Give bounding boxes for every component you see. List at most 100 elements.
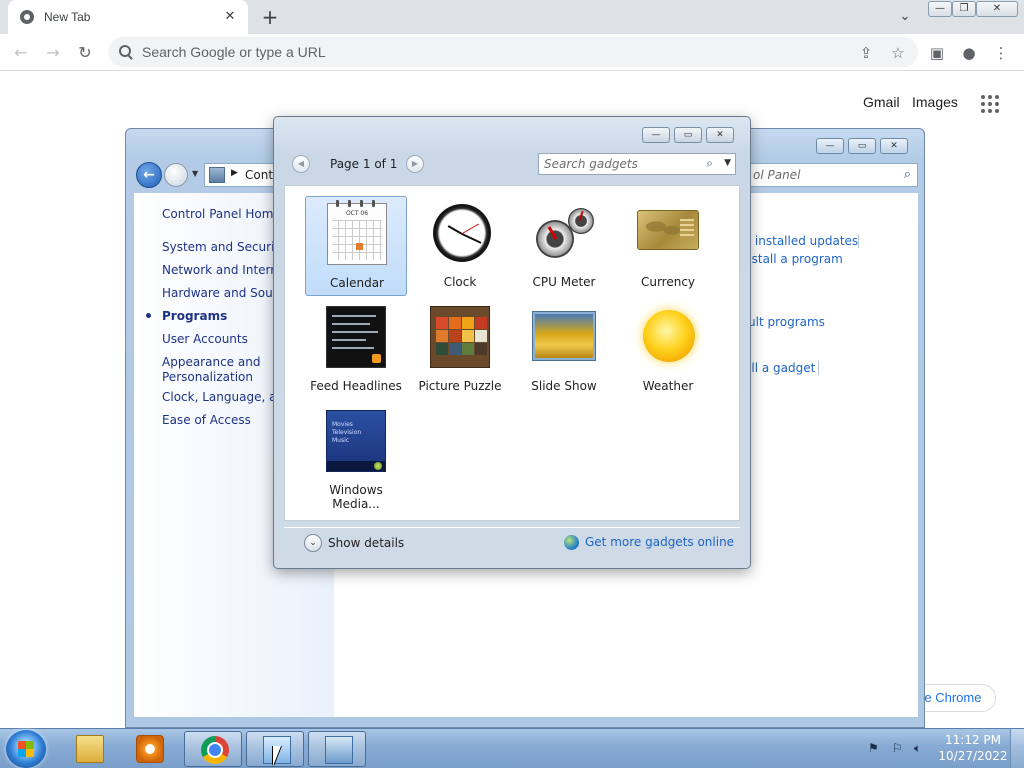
gadget-currency[interactable]: Currency [617,196,719,296]
gmail-link[interactable]: Gmail [863,94,900,110]
get-more-gadgets-link[interactable]: Get more gadgets online [585,535,734,549]
cp-search-placeholder: ol Panel [753,168,801,182]
gadget-label: Windows Media... [329,483,383,511]
star-icon[interactable]: ☆ [887,42,909,64]
tab-search-icon[interactable]: ⌄ [894,6,916,28]
network-icon[interactable]: ⚑ [868,741,879,755]
gadget-clock[interactable]: Clock [409,196,511,296]
gadgets-window: — ▭ ✕ ◀ Page 1 of 1 ▶ Search gadgets ⌕ ▼… [273,116,751,569]
gadget-label: Picture Puzzle [418,379,502,393]
action-center-icon[interactable]: ⚐ [892,741,903,755]
apps-grid-icon[interactable] [980,94,1000,114]
view-installed-updates-link[interactable]: v installed updates [744,234,858,248]
cp-maximize-button[interactable]: ▭ [848,138,876,154]
globe-icon [564,535,579,550]
show-details-button[interactable]: Show details [328,536,404,550]
control-panel-icon [209,167,225,183]
gadgets-footer: ⌄ Show details Get more gadgets online [284,527,740,557]
install-program-link[interactable]: nstall a program [744,252,843,266]
feed-headlines-icon [326,306,386,368]
tab-new-tab[interactable]: New Tab ✕ [8,0,248,34]
reload-icon[interactable]: ↻ [72,40,98,66]
sidebar-item-appearance[interactable]: Appearance and Personalization [162,355,274,385]
control-panel-icon [325,736,353,764]
restore-button[interactable]: ❐ [952,1,976,17]
gadgets-close-button[interactable]: ✕ [706,127,734,143]
clock-date[interactable]: 10/27/2022 [938,749,1008,763]
cpu-meter-icon [534,202,594,264]
breadcrumb-arrow-icon[interactable]: ▶ [231,168,238,178]
profile-icon[interactable]: ● [958,42,980,64]
tab-strip: New Tab ✕ + ⌄ — ❐ ✕ [0,0,1024,34]
start-button[interactable] [6,730,46,768]
omnibox[interactable]: Search Google or type a URL [108,37,918,67]
menu-icon[interactable]: ⋮ [990,42,1012,64]
show-desktop-button[interactable] [1010,729,1024,768]
forward-icon[interactable]: → [40,40,66,66]
gadgets-gallery: OCT 06 Calendar Clock CPU Meter Currency [284,185,740,521]
gadget-windows-media-center[interactable]: Movies Television Music Windows Media... [305,404,407,511]
chrome-favicon-icon [20,10,34,24]
clock-icon [433,204,491,262]
sidebar-item-programs[interactable]: Programs [162,309,227,324]
cp-forward-icon[interactable] [164,163,188,187]
gadget-label: Clock [443,275,477,289]
link-divider [858,234,859,248]
taskbar-media-player[interactable] [120,731,178,767]
calendar-month-label: OCT 06 [345,210,369,217]
volume-icon[interactable]: 🔈︎ [914,741,921,756]
gadget-weather[interactable]: Weather [617,300,719,400]
windows-media-center-icon: Movies Television Music [326,410,386,472]
previous-page-icon[interactable]: ◀ [292,155,310,173]
gadgets-minimize-button[interactable]: — [642,127,670,143]
side-panel-icon[interactable]: ▣ [926,42,948,64]
windows-logo-icon [18,741,34,757]
clock-time[interactable]: 11:12 PM [942,733,1004,747]
omnibox-placeholder: Search Google or type a URL [142,44,326,60]
cp-back-icon[interactable]: ← [136,162,162,188]
taskbar-chrome[interactable] [184,731,242,767]
back-icon[interactable]: ← [8,40,34,66]
gadget-slide-show[interactable]: Slide Show [513,300,615,400]
slide-show-icon [533,312,595,360]
cp-minimize-button[interactable]: — [816,138,844,154]
cp-close-button[interactable]: ✕ [880,138,908,154]
gadget-label: Weather [642,379,694,393]
minimize-button[interactable]: — [928,1,952,17]
browser-toolbar: ← → ↻ Search Google or type a URL ⇪ ☆ ▣ … [0,34,1024,71]
gadget-label: Currency [640,275,696,289]
close-button[interactable]: ✕ [976,1,1018,17]
gadget-label: Feed Headlines [310,379,402,393]
search-icon [118,44,134,60]
gadget-picture-puzzle[interactable]: Picture Puzzle [409,300,511,400]
gadgets-restore-button[interactable]: ▭ [674,127,702,143]
sidebar-item-control-panel-home[interactable]: Control Panel Home [162,207,281,222]
sidebar-item-system-security[interactable]: System and Security [162,240,286,255]
gadget-cpu-meter[interactable]: CPU Meter [513,196,615,296]
tab-title: New Tab [44,10,91,24]
sidebar-item-user-accounts[interactable]: User Accounts [162,332,248,347]
search-icon: ⌕ [706,156,713,170]
taskbar-explorer[interactable] [60,731,118,767]
gadget-feed-headlines[interactable]: Feed Headlines [305,300,407,400]
images-link[interactable]: Images [912,94,958,110]
page-indicator: Page 1 of 1 [330,157,398,171]
install-gadget-link[interactable]: all a gadget [744,361,815,375]
share-icon[interactable]: ⇪ [855,42,877,64]
default-programs-link[interactable]: ult programs [748,315,825,329]
gadget-calendar[interactable]: OCT 06 Calendar [305,196,407,296]
sidebar-item-network-internet[interactable]: Network and Internet [162,263,290,278]
chevron-down-icon[interactable]: ⌄ [304,534,322,552]
next-page-icon[interactable]: ▶ [406,155,424,173]
cp-history-dropdown-icon[interactable]: ▼ [192,169,198,178]
new-tab-button[interactable]: + [258,5,282,29]
weather-sun-icon [643,310,695,362]
sidebar-item-ease-of-access[interactable]: Ease of Access [162,413,251,428]
cp-search-input[interactable]: ol Panel ⌕ [748,163,918,187]
currency-icon [637,210,699,250]
tab-close-icon[interactable]: ✕ [220,7,240,27]
taskbar-control-panel[interactable] [308,731,366,767]
search-dropdown-icon[interactable]: ▼ [724,158,731,168]
sidebar-item-hardware-sound[interactable]: Hardware and Sound [162,286,288,301]
gadgets-search-input[interactable]: Search gadgets ⌕ ▼ [538,153,736,175]
